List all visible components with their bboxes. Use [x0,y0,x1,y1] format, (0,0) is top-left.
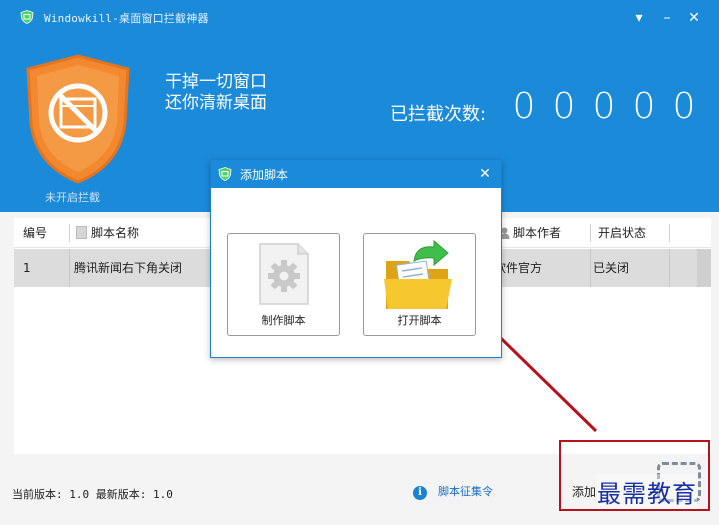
column-divider [590,249,591,287]
column-divider[interactable] [69,224,70,242]
column-divider[interactable] [590,224,591,242]
cell-name: 腾讯新闻右下角关闭 [74,261,183,275]
intercept-counter: 0 0 0 0 0 [512,86,696,127]
create-script-label: 制作脚本 [261,314,306,327]
create-script-button[interactable]: 制作脚本 [227,233,340,336]
open-script-label: 打开脚本 [397,314,442,327]
title-bar[interactable]: Windowkill-桌面窗口拦截神器 ▾ – ✕ [0,0,719,34]
column-header-author-label: 脚本作者 [513,226,562,240]
gear-document-icon [259,243,309,305]
slogan-line-1: 干掉一切窗口 [165,72,267,92]
script-collection-link[interactable]: 脚本征集令 [438,483,493,499]
document-icon [76,226,87,239]
column-divider[interactable] [669,224,670,242]
dialog-close-button[interactable]: ✕ [475,164,495,184]
menu-dropdown-button[interactable]: ▾ [628,7,650,29]
intercept-count-label: 已拦截次数: [390,104,487,125]
watermark: 最需教育 [597,474,697,509]
minimize-button[interactable]: – [656,7,678,29]
column-header-status[interactable]: 开启状态 [598,218,646,248]
add-script-dialog: 添加脚本 ✕ 制作脚本 打开脚本 [210,159,502,358]
dialog-title: 添加脚本 [240,168,289,182]
version-info: 当前版本: 1.0 最新版本: 1.0 [12,488,173,501]
forbidden-window-shield-icon[interactable] [24,53,132,185]
counter-digit: 0 [512,86,536,127]
column-header-name-label: 脚本名称 [91,226,140,240]
open-script-button[interactable]: 打开脚本 [363,233,476,336]
dialog-title-bar[interactable]: 添加脚本 ✕ [211,160,501,188]
column-divider [69,249,70,287]
info-icon: i [413,486,427,500]
close-button[interactable]: ✕ [683,7,705,29]
column-header-author[interactable]: 脚本作者 [499,218,561,248]
slogan-line-2: 还你清新桌面 [165,93,267,113]
column-header-name[interactable]: 脚本名称 [76,218,139,248]
column-divider [669,249,670,287]
counter-digit: 0 [592,86,616,127]
cell-status: 已关闭 [593,261,630,275]
app-title: Windowkill-桌面窗口拦截神器 [44,12,209,25]
slogan: 干掉一切窗口 还你清新桌面 [165,72,267,114]
table-scrollbar[interactable] [697,249,711,287]
counter-digit: 0 [552,86,576,127]
app-logo-icon [20,10,34,24]
app-window: Windowkill-桌面窗口拦截神器 ▾ – ✕ 未开启拦截 干掉一切窗口 还… [0,0,719,525]
open-folder-icon [384,239,452,309]
cell-id: 1 [23,261,31,275]
interception-status: 未开启拦截 [45,191,100,204]
counter-digit: 0 [672,86,696,127]
counter-digit: 0 [632,86,656,127]
app-logo-icon [218,167,232,181]
column-header-id[interactable]: 编号 [23,218,47,248]
